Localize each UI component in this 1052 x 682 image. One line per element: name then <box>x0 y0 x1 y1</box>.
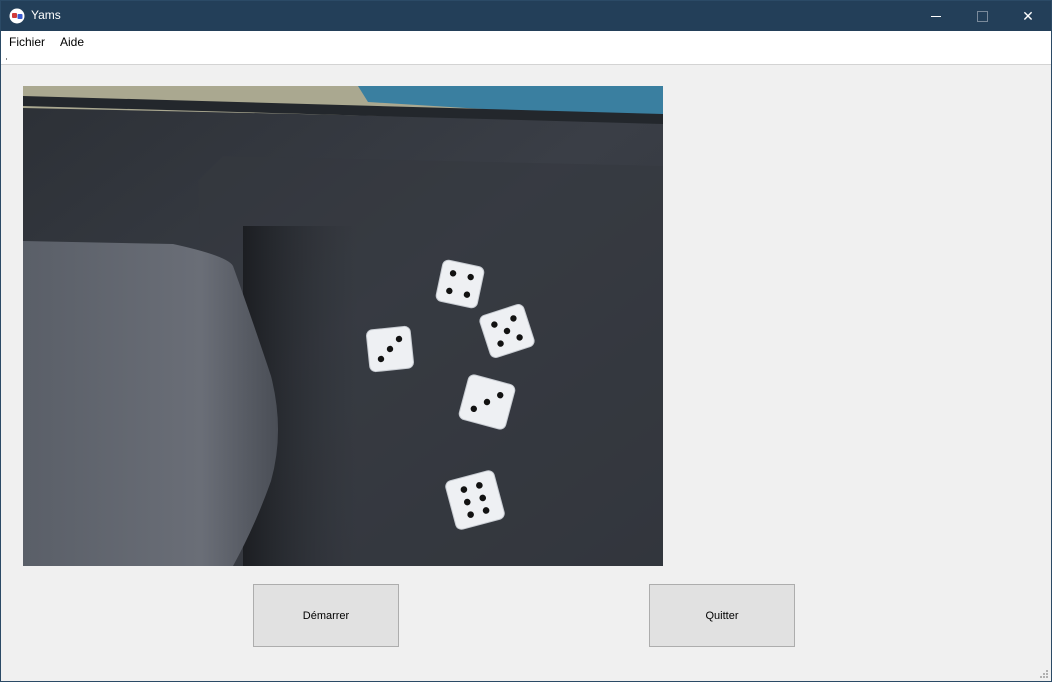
maximize-button[interactable] <box>959 1 1005 31</box>
menu-aide[interactable]: Aide <box>60 35 84 49</box>
minimize-icon <box>931 15 941 17</box>
camera-feed <box>23 86 663 566</box>
close-button[interactable]: ✕ <box>1005 1 1051 31</box>
title-bar[interactable]: Yams ✕ <box>1 1 1051 31</box>
start-button[interactable]: Démarrer <box>253 584 399 647</box>
quit-button[interactable]: Quitter <box>649 584 795 647</box>
app-window: Yams ✕ Fichier Aide Démarrer Quitter <box>0 0 1052 682</box>
toolbar-grip <box>6 58 7 60</box>
die-4 <box>435 259 485 309</box>
menu-fichier[interactable]: Fichier <box>9 35 45 49</box>
maximize-icon <box>976 10 988 22</box>
window-title: Yams <box>31 8 61 22</box>
yams-app-icon <box>9 8 25 24</box>
toolbar-strip <box>1 53 1051 65</box>
resize-grip-icon[interactable] <box>1037 667 1049 679</box>
dice-cup <box>23 241 278 566</box>
die-3-left <box>366 325 414 373</box>
close-icon: ✕ <box>1022 7 1034 24</box>
minimize-button[interactable] <box>913 1 959 31</box>
menu-bar: Fichier Aide <box>1 31 1051 53</box>
